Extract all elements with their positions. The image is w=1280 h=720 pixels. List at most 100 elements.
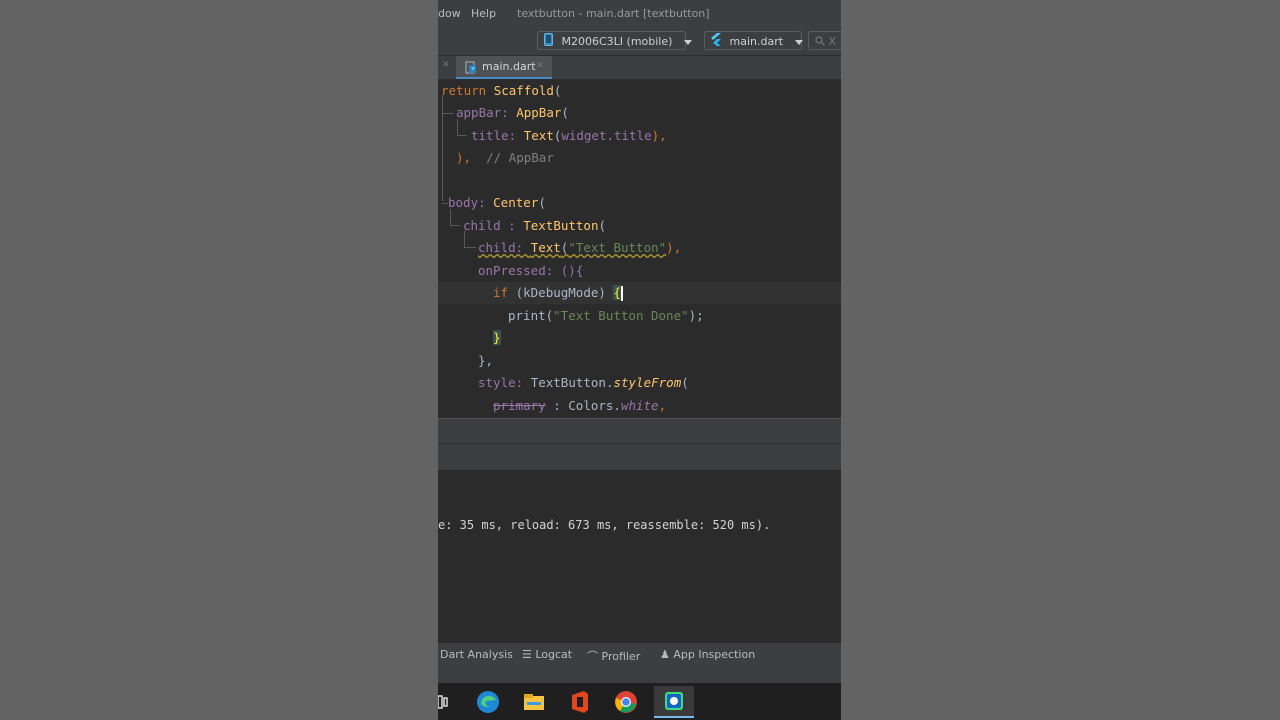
code-line-8: onPressed: (){	[478, 260, 583, 282]
active-app-icon[interactable]	[654, 686, 694, 718]
app-inspection-label: App Inspection	[673, 648, 756, 661]
divider-line	[438, 443, 841, 444]
windows-taskbar	[438, 683, 841, 720]
string-literal: "Text Button Done"	[553, 308, 689, 323]
class-name: Scaffold	[493, 83, 554, 98]
property: child:	[478, 240, 531, 255]
text-cursor	[620, 286, 623, 301]
run-config-selector[interactable]: main.dart	[704, 31, 803, 52]
device-selector[interactable]: M2006C3LI (mobile)	[537, 31, 692, 52]
window-title: textbutton - main.dart [textbutton]	[517, 7, 710, 20]
class-ref: : Colors.	[545, 398, 621, 413]
function-call: print(	[508, 308, 554, 323]
code-line-2: appBar: AppBar(	[456, 102, 569, 124]
code-line-10: print("Text Button Done");	[508, 305, 704, 327]
indent-guide	[442, 113, 454, 114]
class-name: Center	[493, 195, 539, 210]
phone-icon	[544, 32, 553, 52]
class-name: TextButton	[523, 218, 599, 233]
gauge-icon: ⌒	[587, 650, 602, 663]
comment: // AppBar	[486, 150, 554, 165]
punct: ),	[651, 128, 667, 143]
code-line-4: ), // AppBar	[456, 147, 554, 169]
punct: (	[553, 83, 562, 98]
code-line-12: },	[478, 350, 493, 372]
logcat-label: Logcat	[535, 648, 573, 661]
code-line-13: style: TextButton.styleFrom(	[478, 372, 689, 394]
class-name: Text	[523, 128, 554, 143]
static-field: white	[620, 398, 659, 413]
code-line-5: body: Center(	[448, 192, 546, 214]
tab-main-dart[interactable]: main.dart ✕	[456, 56, 552, 79]
chrome-icon[interactable]	[610, 686, 642, 718]
run-console[interactable]: e: 35 ms, reload: 673 ms, reassemble: 52…	[438, 470, 841, 643]
ide-window: dow Help textbutton - main.dart [textbut…	[438, 0, 841, 720]
code-editor[interactable]: return Scaffold( appBar: AppBar( title: …	[438, 79, 841, 418]
panel-divider[interactable]	[438, 418, 841, 470]
code-line-1: return Scaffold(	[441, 80, 561, 102]
chevron-down-icon	[794, 39, 803, 45]
class-name: AppBar	[516, 105, 562, 120]
run-config-label: main.dart	[729, 35, 784, 48]
device-selector-label: M2006C3LI (mobile)	[561, 35, 673, 48]
indent-guide	[457, 135, 467, 136]
string-literal: "Text Button"	[568, 240, 667, 255]
brace-match: {	[613, 285, 621, 300]
flutter-icon	[711, 32, 722, 52]
toolbar-extra-button[interactable]: X	[808, 31, 841, 50]
dart-file-icon	[465, 60, 477, 81]
brace-match: }	[493, 330, 501, 345]
code-line-14: primary : Colors.white,	[493, 395, 666, 417]
tab-label: main.dart	[482, 60, 536, 73]
code-line-3: title: Text(widget.title),	[471, 125, 667, 147]
close-icon[interactable]: ✕	[442, 60, 450, 70]
punct: (	[561, 105, 569, 120]
property: style:	[478, 375, 531, 390]
condition: (kDebugMode)	[508, 285, 614, 300]
menu-help[interactable]: Help	[471, 7, 496, 20]
menu-window[interactable]: dow	[438, 7, 461, 20]
property: appBar:	[456, 105, 517, 120]
edge-browser-icon[interactable]	[472, 686, 504, 718]
office-icon[interactable]	[564, 686, 596, 718]
punct: ),	[666, 240, 682, 255]
profiler-label: Profiler	[601, 650, 641, 663]
punct: ,	[658, 398, 667, 413]
toolbar: M2006C3LI (mobile) main.dart X	[438, 28, 841, 56]
punct: ),	[456, 150, 472, 165]
inspection-icon: ♟	[660, 648, 674, 661]
punct: (	[681, 375, 689, 390]
argument: widget.title	[561, 128, 652, 143]
chevron-down-icon	[683, 39, 692, 45]
keyword: if	[493, 285, 509, 300]
file-explorer-icon[interactable]	[518, 686, 550, 718]
close-icon[interactable]: ✕	[536, 56, 544, 77]
code-line-7: child: Text("Text Button"),	[478, 237, 681, 259]
logcat-tab[interactable]: ☰ Logcat	[522, 648, 572, 661]
keyword: return	[441, 83, 487, 98]
toolbar-extra-label: X	[828, 35, 837, 48]
code-line-6: child : TextButton(	[463, 215, 606, 237]
indent-guide	[464, 247, 476, 248]
dart-analysis-tab[interactable]: Dart Analysis	[440, 648, 513, 661]
punct: );	[688, 308, 704, 323]
indent-guide	[442, 95, 443, 201]
tool-window-bar: Dart Analysis ☰ Logcat ⌒ Profiler ♟ App …	[438, 643, 841, 683]
property: child :	[463, 218, 524, 233]
menu-bar: dow Help textbutton - main.dart [textbut…	[438, 0, 841, 28]
deprecated-property: primary	[493, 398, 546, 413]
punct: },	[478, 353, 494, 368]
search-icon	[815, 33, 825, 52]
class-name: Text	[530, 240, 561, 255]
task-view-icon[interactable]	[438, 686, 462, 718]
editor-tabs: ✕ main.dart ✕	[438, 56, 841, 79]
property: body:	[448, 195, 494, 210]
app-inspection-tab[interactable]: ♟ App Inspection	[660, 648, 755, 661]
profiler-tab[interactable]: ⌒ Profiler	[587, 648, 640, 664]
property: title:	[471, 128, 524, 143]
punct: (	[598, 218, 607, 233]
code-line-9: if (kDebugMode) {	[493, 282, 623, 304]
class-ref: TextButton.	[530, 375, 614, 390]
callback: onPressed: (){	[478, 263, 584, 278]
punct: (	[538, 195, 546, 210]
